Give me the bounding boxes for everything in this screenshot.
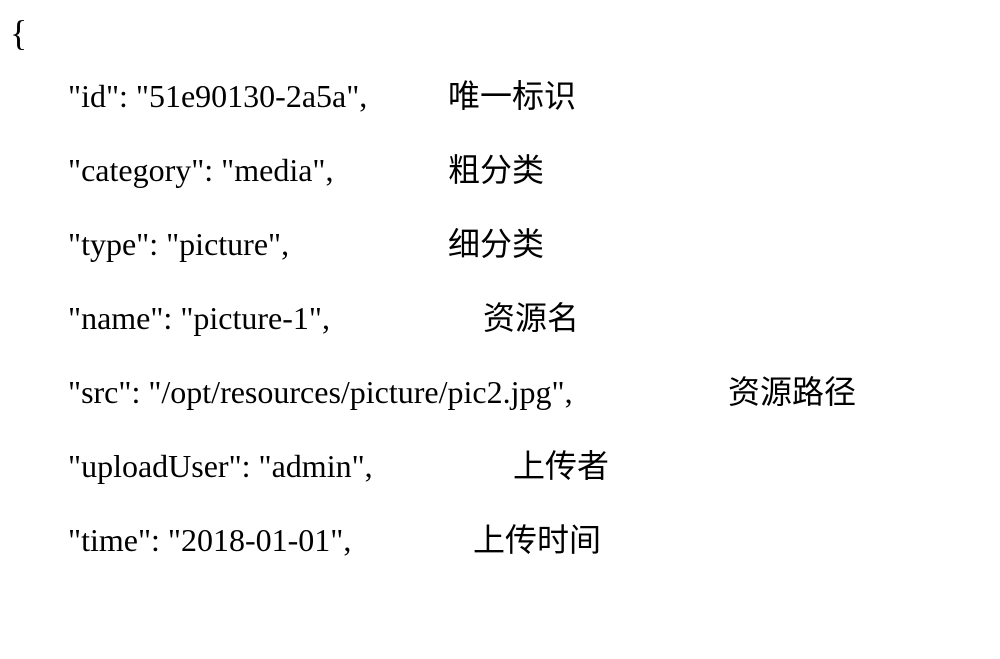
json-key-value: "name": "picture-1", bbox=[68, 300, 483, 337]
json-line: "category": "media", 粗分类 bbox=[10, 145, 990, 191]
json-key-value: "src": "/opt/resources/picture/pic2.jpg"… bbox=[68, 374, 728, 411]
json-line: "name": "picture-1", 资源名 bbox=[10, 293, 990, 339]
json-key-value: "category": "media", bbox=[68, 152, 448, 189]
open-brace: { bbox=[10, 15, 990, 51]
json-key-value: "time": "2018-01-01", bbox=[68, 522, 473, 559]
json-comment: 细分类 bbox=[448, 219, 544, 265]
json-comment: 资源名 bbox=[483, 293, 579, 339]
json-key-value: "id": "51e90130-2a5a", bbox=[68, 78, 448, 115]
json-comment: 粗分类 bbox=[448, 145, 544, 191]
json-line: "type": "picture", 细分类 bbox=[10, 219, 990, 265]
json-comment: 上传者 bbox=[513, 441, 609, 487]
json-line: "time": "2018-01-01", 上传时间 bbox=[10, 515, 990, 561]
json-line: "id": "51e90130-2a5a", 唯一标识 bbox=[10, 71, 990, 117]
json-comment: 唯一标识 bbox=[448, 71, 576, 117]
json-key-value: "type": "picture", bbox=[68, 226, 448, 263]
json-comment: 资源路径 bbox=[728, 367, 856, 413]
json-line: "uploadUser": "admin", 上传者 bbox=[10, 441, 990, 487]
json-line: "src": "/opt/resources/picture/pic2.jpg"… bbox=[10, 367, 990, 413]
json-comment: 上传时间 bbox=[473, 515, 601, 561]
json-key-value: "uploadUser": "admin", bbox=[68, 448, 513, 485]
